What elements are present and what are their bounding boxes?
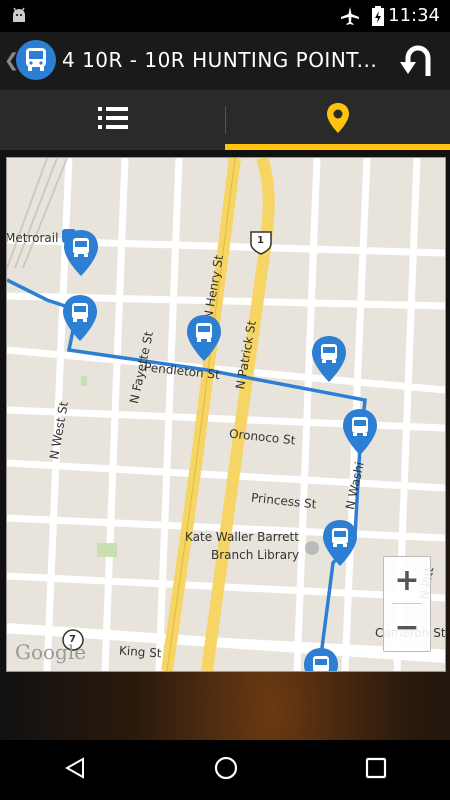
bus-stop-pin[interactable] bbox=[304, 648, 338, 671]
zoom-in-button[interactable]: + bbox=[384, 557, 430, 603]
google-logo: Google bbox=[15, 640, 87, 664]
status-bar: 11:34 bbox=[0, 0, 450, 32]
page-title: 4 10R - 10R HUNTING POINT... bbox=[62, 48, 378, 72]
location-pin-icon bbox=[326, 103, 349, 137]
android-icon bbox=[10, 6, 28, 30]
recents-icon[interactable] bbox=[365, 757, 387, 783]
battery-icon bbox=[372, 6, 384, 30]
bus-stop-pin[interactable] bbox=[187, 315, 221, 361]
map-view[interactable]: Metrorail N Fayette St N West St Pendlet… bbox=[6, 157, 446, 672]
bus-stop-pin[interactable] bbox=[64, 230, 98, 276]
u-turn-icon[interactable] bbox=[398, 44, 436, 82]
navigation-bar bbox=[0, 740, 450, 800]
route-shield-label: 1 bbox=[257, 235, 264, 246]
map-label-library-2: Branch Library bbox=[211, 548, 300, 562]
bus-stop-pin[interactable] bbox=[323, 520, 357, 566]
bus-icon[interactable] bbox=[16, 40, 56, 80]
tab-map[interactable] bbox=[225, 90, 450, 150]
map-label-library-1: Kate Waller Barrett bbox=[185, 530, 299, 544]
map-label-metrorail: Metrorail bbox=[6, 231, 59, 245]
bus-stop-pin[interactable] bbox=[63, 295, 97, 341]
tab-bar bbox=[0, 90, 450, 150]
zoom-controls: + − bbox=[383, 556, 431, 652]
back-icon[interactable] bbox=[63, 756, 87, 784]
clock: 11:34 bbox=[388, 5, 440, 26]
bus-stop-pin[interactable] bbox=[343, 409, 377, 455]
map-label-king: King St bbox=[118, 643, 162, 661]
tab-list[interactable] bbox=[0, 90, 225, 150]
airplane-icon bbox=[340, 6, 360, 30]
list-icon bbox=[97, 106, 128, 134]
bus-stop-pin[interactable] bbox=[312, 336, 346, 382]
zoom-out-button[interactable]: − bbox=[384, 604, 430, 650]
action-bar: ❮ 4 10R - 10R HUNTING POINT... bbox=[0, 32, 450, 90]
home-icon[interactable] bbox=[213, 755, 239, 785]
